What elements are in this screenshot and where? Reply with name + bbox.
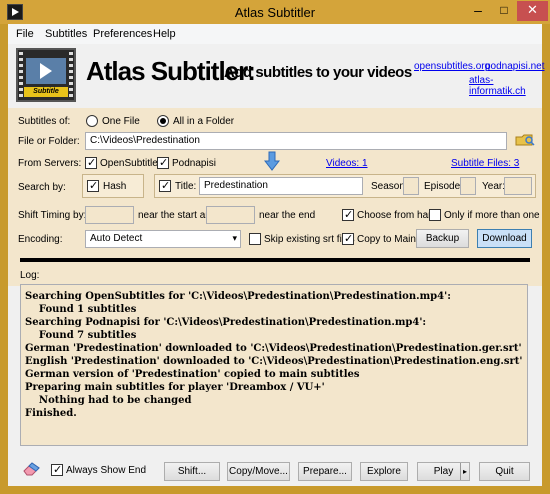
shift-start-input[interactable] bbox=[85, 206, 134, 224]
log-line: Found 7 subtitles bbox=[25, 330, 137, 341]
skip-existing-checkbox[interactable] bbox=[249, 233, 261, 245]
log-line: Found 1 subtitles bbox=[25, 304, 137, 315]
menu-bar: File Subtitles Preferences Help bbox=[8, 24, 542, 44]
divider bbox=[20, 258, 530, 262]
app-logo: Subtitle bbox=[16, 48, 76, 102]
choose-from-hand-label: Choose from hand bbox=[357, 210, 440, 221]
log-line: Searching OpenSubtitles for 'C:\Videos\P… bbox=[25, 291, 451, 302]
log-line: Preparing main subtitles for player 'Dre… bbox=[25, 382, 325, 393]
explore-button[interactable]: Explore bbox=[360, 462, 408, 481]
title-group: Title: Predestination Season: Episode: Y… bbox=[154, 174, 536, 198]
choose-from-hand-checkbox[interactable] bbox=[342, 208, 354, 221]
maximize-button[interactable]: □ bbox=[491, 1, 517, 21]
title-label: Title: bbox=[175, 181, 197, 192]
hash-label: Hash bbox=[103, 181, 127, 192]
prepare-button[interactable]: Prepare... bbox=[298, 462, 352, 481]
hash-checkbox[interactable] bbox=[87, 179, 99, 192]
download-button[interactable]: Download bbox=[477, 229, 532, 248]
play-icon bbox=[40, 63, 52, 79]
copy-to-main-checkbox[interactable] bbox=[342, 232, 354, 245]
hash-group: Hash bbox=[82, 174, 144, 198]
all-in-folder-label: All in a Folder bbox=[173, 116, 235, 127]
always-show-end-checkbox[interactable] bbox=[51, 463, 63, 476]
tagline: Add subtitles to your videos bbox=[224, 64, 412, 81]
search-by-label: Search by: bbox=[18, 182, 66, 193]
title-bar: Atlas Subtitler – □ ✕ bbox=[0, 0, 550, 24]
year-input[interactable] bbox=[504, 177, 532, 195]
eraser-icon[interactable] bbox=[22, 460, 42, 476]
log-label: Log: bbox=[20, 270, 40, 281]
chevron-down-icon: ▾ bbox=[232, 233, 237, 243]
skip-existing-label: Skip existing srt files bbox=[264, 234, 355, 245]
log-output[interactable]: Searching OpenSubtitles for 'C:\Videos\P… bbox=[20, 284, 528, 446]
link-atlas-informatik[interactable]: atlas-informatik.ch bbox=[469, 75, 542, 97]
always-show-end-label: Always Show End bbox=[66, 465, 147, 476]
file-or-folder-input[interactable]: C:\Videos\Predestination bbox=[85, 132, 507, 150]
log-line: Searching Podnapisi for 'C:\Videos\Prede… bbox=[25, 317, 427, 328]
year-label: Year: bbox=[482, 181, 505, 192]
title-input[interactable]: Predestination bbox=[199, 177, 363, 195]
browse-folder-icon[interactable] bbox=[515, 132, 535, 148]
one-file-radio[interactable] bbox=[86, 115, 98, 127]
client-area: File Subtitles Preferences Help Subtitle… bbox=[8, 24, 545, 486]
all-in-folder-radio[interactable] bbox=[157, 115, 169, 127]
season-input[interactable] bbox=[403, 177, 419, 195]
play-button[interactable]: Play ▸ bbox=[417, 462, 470, 481]
link-podnapisi[interactable]: podnapisi.net bbox=[485, 61, 545, 72]
opensubtitles-checkbox[interactable] bbox=[85, 156, 97, 169]
play-menu-arrow-icon[interactable]: ▸ bbox=[459, 463, 467, 480]
encoding-select[interactable]: Auto Detect ▾ bbox=[85, 230, 241, 248]
encoding-value: Auto Detect bbox=[90, 233, 143, 244]
minimize-button[interactable]: – bbox=[465, 1, 491, 21]
podnapisi-label: Podnapisi bbox=[172, 158, 216, 169]
podnapisi-checkbox[interactable] bbox=[157, 156, 169, 169]
shift-end-input[interactable] bbox=[206, 206, 255, 224]
near-start-label: near the start and bbox=[138, 210, 217, 221]
arrow-down-icon bbox=[263, 151, 281, 171]
videos-link[interactable]: Videos: 1 bbox=[326, 158, 368, 169]
log-line: Finished. bbox=[25, 408, 77, 419]
close-button[interactable]: ✕ bbox=[517, 1, 548, 21]
log-line: German 'Predestination' downloaded to 'C… bbox=[25, 343, 522, 354]
near-end-label: near the end bbox=[259, 210, 316, 221]
log-line: German version of 'Predestination' copie… bbox=[25, 369, 360, 380]
file-or-folder-label: File or Folder: bbox=[18, 136, 80, 147]
log-line: Nothing had to be changed bbox=[25, 395, 192, 406]
quit-button[interactable]: Quit bbox=[479, 462, 530, 481]
link-opensubtitles[interactable]: opensubtitles.org bbox=[414, 61, 490, 72]
backup-button[interactable]: Backup bbox=[416, 229, 469, 248]
only-if-more-checkbox[interactable] bbox=[429, 209, 441, 221]
menu-help[interactable]: Help bbox=[153, 28, 176, 40]
play-button-label: Play bbox=[433, 466, 454, 477]
shift-button[interactable]: Shift... bbox=[164, 462, 220, 481]
menu-preferences[interactable]: Preferences bbox=[93, 28, 152, 40]
shift-timing-label: Shift Timing by: bbox=[18, 210, 87, 221]
subtitles-of-label: Subtitles of: bbox=[18, 116, 71, 127]
copy-to-main-label: Copy to Main bbox=[357, 234, 416, 245]
menu-file[interactable]: File bbox=[16, 28, 34, 40]
from-servers-label: From Servers: bbox=[18, 158, 82, 169]
title-checkbox[interactable] bbox=[159, 179, 171, 192]
episode-label: Episode: bbox=[424, 181, 463, 192]
menu-subtitles[interactable]: Subtitles bbox=[45, 28, 87, 40]
one-file-label: One File bbox=[102, 116, 140, 127]
subtitle-files-link[interactable]: Subtitle Files: 3 bbox=[451, 158, 519, 169]
opensubtitles-label: OpenSubtitles bbox=[100, 158, 163, 169]
only-if-more-label: Only if more than one bbox=[444, 210, 540, 221]
episode-input[interactable] bbox=[460, 177, 476, 195]
log-line: English 'Predestination' downloaded to '… bbox=[25, 356, 523, 367]
copy-move-button[interactable]: Copy/Move... bbox=[227, 462, 290, 481]
encoding-label: Encoding: bbox=[18, 234, 63, 245]
